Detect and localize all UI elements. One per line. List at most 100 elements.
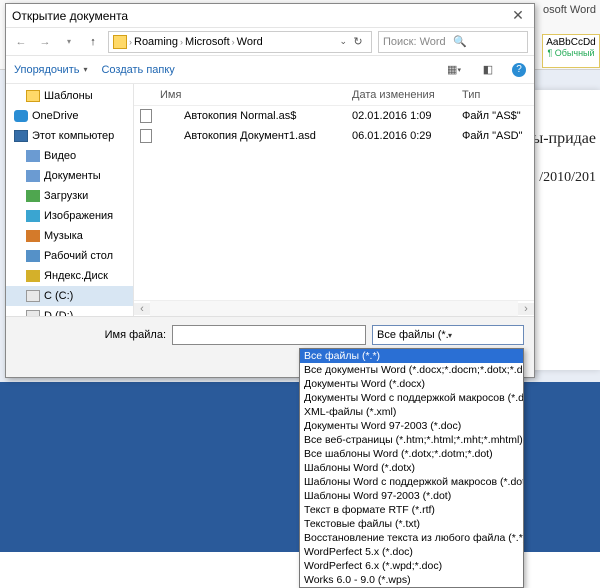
file-date: 02.01.2016 1:09: [346, 110, 456, 122]
file-type: Файл "ASD": [456, 130, 534, 142]
tree-item-label: D (D:): [44, 310, 73, 316]
file-icon: [140, 129, 152, 143]
tree-item[interactable]: Этот компьютер: [6, 126, 133, 146]
col-name[interactable]: Имя: [134, 89, 346, 101]
file-icon: [140, 109, 152, 123]
tree-item-label: Этот компьютер: [32, 130, 114, 142]
tree-item-icon: [26, 250, 40, 262]
chevron-right-icon: ›: [232, 37, 235, 47]
tree-item[interactable]: Рабочий стол: [6, 246, 133, 266]
tree-item-label: Шаблоны: [44, 90, 93, 102]
scroll-right-button[interactable]: ›: [518, 303, 534, 315]
filename-label: Имя файла:: [16, 329, 166, 341]
file-list[interactable]: Имя Дата изменения Тип Автокопия Normal.…: [134, 84, 534, 316]
tree-item[interactable]: D (D:): [6, 306, 133, 316]
tree-item-label: Загрузки: [44, 190, 88, 202]
tree-item[interactable]: Видео: [6, 146, 133, 166]
tree-item[interactable]: Изображения: [6, 206, 133, 226]
open-file-dialog: Открытие документа ✕ ← → ▾ ↑ › Roaming ›…: [5, 3, 535, 378]
app-title-fragment: osoft Word: [543, 4, 596, 16]
tree-item[interactable]: Яндекс.Диск: [6, 266, 133, 286]
column-headers: Имя Дата изменения Тип: [134, 84, 534, 106]
filter-option[interactable]: XML-файлы (*.xml): [300, 405, 523, 419]
close-button[interactable]: ✕: [508, 7, 528, 24]
tree-item[interactable]: C (C:): [6, 286, 133, 306]
forward-button: →: [36, 33, 54, 51]
style-gallery-item[interactable]: AaBbCcDd ¶ Обычный: [542, 34, 600, 68]
tree-item-label: Рабочий стол: [44, 250, 113, 262]
tree-item-label: Музыка: [44, 230, 83, 242]
file-row[interactable]: Автокопия Документ1.asd06.01.2016 0:29Фа…: [134, 126, 534, 146]
filter-option[interactable]: Шаблоны Word (*.dotx): [300, 461, 523, 475]
filter-option[interactable]: WordPerfect 6.x (*.wpd;*.doc): [300, 559, 523, 573]
search-placeholder: Поиск: Word: [383, 36, 453, 48]
tree-item[interactable]: OneDrive: [6, 106, 133, 126]
filter-option[interactable]: WordPerfect 5.x (*.doc): [300, 545, 523, 559]
file-name: Автокопия Документ1.asd: [158, 130, 346, 142]
chevron-down-icon[interactable]: ▾: [448, 331, 519, 340]
tree-item-icon: [14, 130, 28, 142]
tree-item-icon: [26, 230, 40, 242]
organize-menu[interactable]: Упорядочить: [14, 64, 79, 76]
tree-item-icon: [26, 190, 40, 202]
doc-text-fragment: ы-придае: [532, 130, 596, 148]
view-options-button[interactable]: ▦ ▾: [444, 62, 464, 78]
file-type: Файл "AS$": [456, 110, 534, 122]
filter-option[interactable]: Все файлы (*.*): [300, 349, 523, 363]
file-type-dropdown[interactable]: Все файлы (*.*)Все документы Word (*.doc…: [299, 348, 524, 588]
tree-item-icon: [26, 210, 40, 222]
file-type-filter[interactable]: Все файлы (*.*) ▾: [372, 325, 524, 345]
col-date[interactable]: Дата изменения: [346, 89, 456, 101]
filter-option[interactable]: Текст в формате RTF (*.rtf): [300, 503, 523, 517]
tree-item[interactable]: Документы: [6, 166, 133, 186]
search-box[interactable]: Поиск: Word 🔍: [378, 31, 528, 53]
dialog-title: Открытие документа: [12, 9, 508, 23]
tree-item-label: Документы: [44, 170, 101, 182]
filename-input[interactable]: [172, 325, 366, 345]
chevron-right-icon: ›: [180, 37, 183, 47]
tree-item-label: C (C:): [44, 290, 73, 302]
file-row[interactable]: Автокопия Normal.as$02.01.2016 1:09Файл …: [134, 106, 534, 126]
tree-item-icon: [26, 270, 40, 282]
filter-selected-text: Все файлы (*.*): [377, 329, 448, 341]
file-date: 06.01.2016 0:29: [346, 130, 456, 142]
help-button[interactable]: ?: [512, 63, 526, 77]
doc-text-fragment: /2010/201: [539, 170, 596, 186]
filter-option[interactable]: Шаблоны Word 97-2003 (*.dot): [300, 489, 523, 503]
filter-option[interactable]: Все шаблоны Word (*.dotx;*.dotm;*.dot): [300, 447, 523, 461]
address-dropdown-button[interactable]: ⌄: [339, 36, 347, 47]
scroll-left-button[interactable]: ‹: [134, 303, 150, 315]
filter-option[interactable]: Текстовые файлы (*.txt): [300, 517, 523, 531]
filter-option[interactable]: Документы Word (*.docx): [300, 377, 523, 391]
filter-option[interactable]: Восстановление текста из любого файла (*…: [300, 531, 523, 545]
search-icon[interactable]: 🔍: [453, 35, 523, 48]
refresh-button[interactable]: ↻: [349, 35, 367, 48]
filter-option[interactable]: Документы Word 97-2003 (*.doc): [300, 419, 523, 433]
filter-option[interactable]: Все документы Word (*.docx;*.docm;*.dotx…: [300, 363, 523, 377]
breadcrumb-item[interactable]: Roaming: [134, 36, 178, 48]
navigation-tree[interactable]: Шаблоны OneDrive Этот компьютер Видео Докуме…: [6, 84, 134, 316]
toolbar: Упорядочить ▾ Создать папку ▦ ▾ ◧ ?: [6, 56, 534, 84]
breadcrumb-item[interactable]: Microsoft: [185, 36, 230, 48]
tree-item[interactable]: Музыка: [6, 226, 133, 246]
tree-item-icon: [26, 290, 40, 302]
tree-item-icon: [26, 170, 40, 182]
filter-option[interactable]: Works 6.0 - 9.0 (*.wps): [300, 573, 523, 587]
back-button[interactable]: ←: [12, 33, 30, 51]
tree-item-label: Яндекс.Диск: [44, 270, 108, 282]
up-button[interactable]: ↑: [84, 33, 102, 51]
breadcrumb-item[interactable]: Word: [237, 36, 263, 48]
address-bar[interactable]: › Roaming › Microsoft › Word ⌄ ↻: [108, 31, 372, 53]
filter-option[interactable]: Документы Word с поддержкой макросов (*.…: [300, 391, 523, 405]
scroll-track[interactable]: [150, 301, 518, 316]
filter-option[interactable]: Все веб-страницы (*.htm;*.html;*.mht;*.m…: [300, 433, 523, 447]
filter-option[interactable]: Шаблоны Word с поддержкой макросов (*.do…: [300, 475, 523, 489]
tree-item[interactable]: Загрузки: [6, 186, 133, 206]
preview-pane-button[interactable]: ◧: [478, 62, 498, 78]
col-type[interactable]: Тип: [456, 89, 534, 101]
recent-locations-button[interactable]: ▾: [60, 33, 78, 51]
new-folder-button[interactable]: Создать папку: [101, 64, 174, 76]
tree-item[interactable]: Шаблоны: [6, 86, 133, 106]
chevron-down-icon[interactable]: ▾: [83, 65, 87, 74]
horizontal-scrollbar[interactable]: ‹ ›: [134, 300, 534, 316]
